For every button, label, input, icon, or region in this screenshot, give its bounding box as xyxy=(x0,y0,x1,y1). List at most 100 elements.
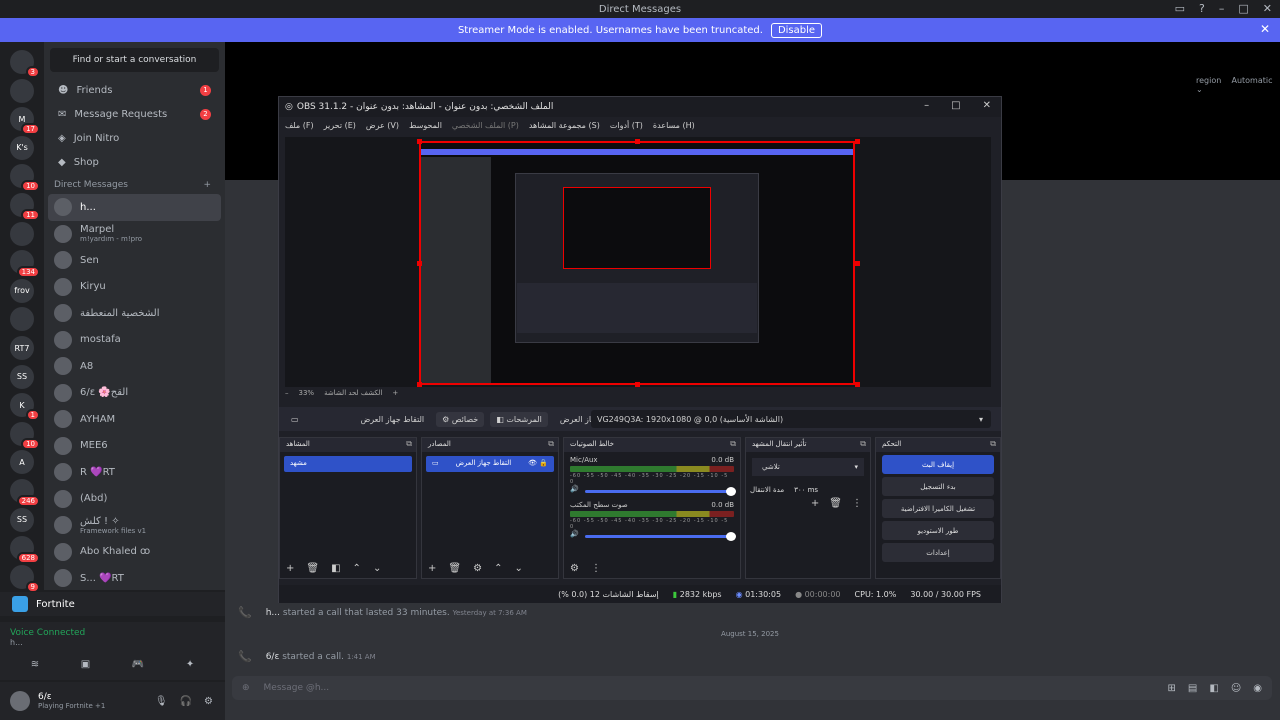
speaker-icon[interactable]: 🔊 xyxy=(570,530,579,538)
menu-icon[interactable]: ⋮ xyxy=(591,563,601,574)
server-icon[interactable]: 3 xyxy=(10,50,40,78)
avatar[interactable] xyxy=(10,691,30,711)
minimize-icon[interactable]: – xyxy=(1219,2,1225,15)
scene-item[interactable]: مشهد xyxy=(284,456,412,472)
server-icon[interactable]: frov xyxy=(10,278,34,303)
filter-icon[interactable]: ◧ xyxy=(331,563,340,574)
dm-item[interactable]: (Abd) xyxy=(44,486,225,513)
server-icon[interactable] xyxy=(10,78,34,103)
nav-item-shop[interactable]: ◆ Shop xyxy=(44,150,225,174)
dm-item[interactable]: h... xyxy=(48,194,221,221)
gear-icon[interactable]: ⚙ xyxy=(473,563,482,574)
message-input[interactable]: Message @h... xyxy=(264,683,330,693)
display-select[interactable]: VG249Q3A: 1920x1080 @ 0,0 (الشاشة الأساس… xyxy=(591,410,991,428)
speaker-icon[interactable]: 🔊 xyxy=(570,485,579,493)
studio-mode-button[interactable]: طور الاستوديو xyxy=(882,521,994,540)
up-icon[interactable]: ⌃ xyxy=(494,563,502,574)
server-icon[interactable]: SS xyxy=(10,364,34,389)
add-dm-icon[interactable]: + xyxy=(203,180,211,190)
apps-icon[interactable]: ◉ xyxy=(1253,683,1262,694)
obs-menu-item[interactable]: الملف الشخصي (P) xyxy=(452,121,519,130)
settings-button[interactable]: إعدادات xyxy=(882,543,994,562)
duration-input[interactable]: ٣٠٠ ms xyxy=(794,486,818,494)
dm-item[interactable]: R 💜RT xyxy=(44,459,225,486)
server-icon[interactable] xyxy=(10,307,34,332)
disable-streamer-button[interactable]: Disable xyxy=(770,22,823,38)
dm-item[interactable]: Sen xyxy=(44,247,225,274)
game-activity-bar[interactable]: Fortnite xyxy=(0,592,225,616)
start-recording-button[interactable]: بدء التسجيل xyxy=(882,477,994,496)
noise-suppression-icon[interactable]: ≋ xyxy=(31,659,39,670)
soundboard-icon[interactable]: ✦ xyxy=(186,659,194,670)
server-icon[interactable]: 134 xyxy=(10,250,40,279)
obs-maximize-icon[interactable]: □ xyxy=(951,100,960,111)
down-icon[interactable]: ⌄ xyxy=(373,563,381,574)
obs-menu-item[interactable]: مجموعة المشاهد (S) xyxy=(529,121,600,130)
server-icon[interactable]: SS xyxy=(10,507,34,532)
dm-item[interactable]: S... 💜RT xyxy=(44,565,225,592)
server-icon[interactable] xyxy=(10,221,34,246)
dm-item[interactable]: AYHAM xyxy=(44,406,225,433)
activity-icon[interactable]: 🎮 xyxy=(132,659,144,670)
obs-menu-item[interactable]: ملف (F) xyxy=(285,121,314,130)
help-icon[interactable]: ? xyxy=(1199,2,1205,15)
nav-item-nitro[interactable]: ◈ Join Nitro xyxy=(44,126,225,150)
menu-icon[interactable]: ⋮ xyxy=(852,498,862,509)
properties-button[interactable]: ⚙ خصائص xyxy=(436,411,485,427)
obs-window[interactable]: ◎ OBS 31.1.2 - الملف الشخصي: بدون عنوان … xyxy=(278,96,1002,603)
obs-menu-item[interactable]: عرض (V) xyxy=(366,121,399,130)
headset-icon[interactable]: 🎧 xyxy=(180,696,192,707)
preview-capture[interactable] xyxy=(419,141,855,385)
transition-select[interactable]: تلاشي ▾ xyxy=(752,458,864,476)
nav-item-friends[interactable]: ☻ Friends 1 xyxy=(44,78,225,102)
region-selector[interactable]: region Automatic ⌄ xyxy=(1196,76,1280,94)
obs-menu-item[interactable]: مساعدة (H) xyxy=(653,121,695,130)
gift-icon[interactable]: ⊞ xyxy=(1168,683,1176,694)
server-icon[interactable]: K's xyxy=(10,135,34,160)
trash-icon[interactable]: 🗑 xyxy=(306,563,319,574)
server-icon[interactable]: M 17 xyxy=(10,107,40,136)
server-icon[interactable]: 9 xyxy=(10,564,40,593)
maximize-icon[interactable]: □ xyxy=(1238,2,1248,15)
dm-item[interactable]: 6/ε 🌸القح xyxy=(44,380,225,407)
source-item[interactable]: ▭ التقاط جهاز العرض 👁 🔒 xyxy=(426,456,554,472)
dm-item[interactable]: Marpel m!yardım - m!pro xyxy=(44,221,225,248)
volume-slider[interactable] xyxy=(584,486,737,496)
emoji-icon[interactable]: ☺ xyxy=(1231,683,1241,694)
dm-item[interactable]: mostafa xyxy=(44,327,225,354)
server-icon[interactable]: 246 xyxy=(10,479,40,507)
server-icon[interactable]: RT7 xyxy=(10,336,34,360)
mic-icon[interactable]: 🎙 xyxy=(155,696,168,707)
settings-icon[interactable]: ⚙ xyxy=(204,696,213,707)
nav-item-message-requests[interactable]: ✉ Message Requests 2 xyxy=(44,102,225,126)
server-icon[interactable]: 10 xyxy=(10,164,40,193)
close-icon[interactable]: ✕ xyxy=(1263,2,1272,15)
close-banner-icon[interactable]: ✕ xyxy=(1260,22,1270,36)
obs-menu-item[interactable]: المحوسط xyxy=(409,121,442,130)
sticker-icon[interactable]: ◧ xyxy=(1209,683,1218,694)
dm-item[interactable]: MEE6 xyxy=(44,433,225,460)
dm-item[interactable]: A8 xyxy=(44,353,225,380)
screen-share-icon[interactable]: ▣ xyxy=(81,659,90,670)
visibility-icon[interactable]: 👁 🔒 xyxy=(528,459,548,469)
trash-icon[interactable]: 🗑 xyxy=(829,498,842,509)
server-icon[interactable]: 628 xyxy=(10,536,40,565)
obs-preview[interactable] xyxy=(285,137,991,387)
add-icon[interactable]: + xyxy=(428,563,436,574)
volume-slider[interactable] xyxy=(584,531,737,541)
start-virtual-camera-button[interactable]: تشغيل الكاميرا الافتراضية xyxy=(882,499,994,518)
add-attachment-icon[interactable]: ⊕ xyxy=(242,683,250,693)
gif-icon[interactable]: ▤ xyxy=(1188,683,1197,694)
obs-menu-item[interactable]: تحرير (E) xyxy=(324,121,356,130)
inbox-icon[interactable]: ▭ xyxy=(1175,2,1185,15)
server-icon[interactable]: 11 xyxy=(10,193,40,221)
stop-streaming-button[interactable]: إيقاف البث xyxy=(882,455,994,474)
up-icon[interactable]: ⌃ xyxy=(353,563,361,574)
down-icon[interactable]: ⌄ xyxy=(514,563,522,574)
search-input[interactable]: Find or start a conversation xyxy=(50,48,219,72)
dm-item[interactable]: الشخصية المنعطفة xyxy=(44,300,225,327)
dm-item[interactable]: Kiryu xyxy=(44,274,225,301)
gear-icon[interactable]: ⚙ xyxy=(570,563,579,574)
server-icon[interactable]: K1 xyxy=(10,393,40,422)
obs-menu-item[interactable]: أدوات (T) xyxy=(610,121,643,130)
